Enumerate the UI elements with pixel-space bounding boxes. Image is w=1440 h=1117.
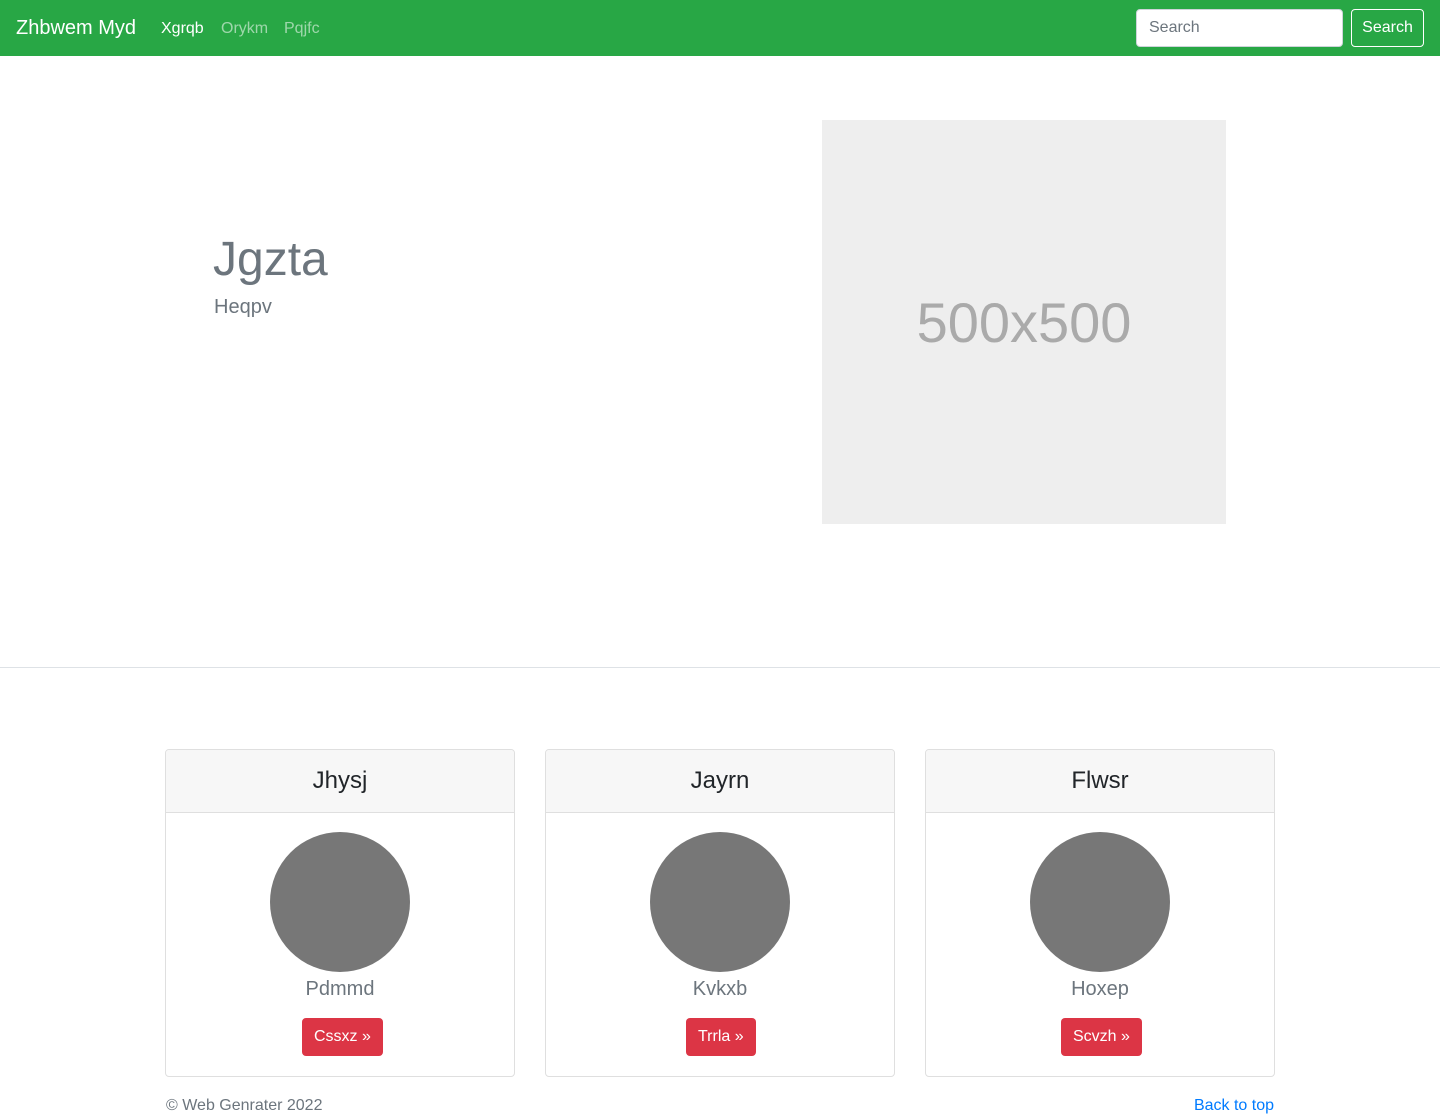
avatar xyxy=(650,832,790,972)
back-to-top-link[interactable]: Back to top xyxy=(1194,1096,1274,1116)
card-name: Hoxep xyxy=(1071,978,1129,1000)
footer-copyright: © Web Genrater 2022 xyxy=(166,1097,323,1114)
avatar xyxy=(1030,832,1170,972)
card-name: Kvkxb xyxy=(692,978,748,1000)
section-divider xyxy=(0,667,1440,668)
card-button[interactable]: Scvzh » xyxy=(1061,1018,1142,1056)
brand-link[interactable]: Zhbwem Myd xyxy=(16,16,136,40)
hero-title: Jgzta xyxy=(213,233,328,286)
nav-link-orykm[interactable]: Orykm xyxy=(221,19,268,39)
search-input[interactable] xyxy=(1136,9,1343,47)
card-title: Jhysj xyxy=(166,750,514,813)
hero-image-label: 500x500 xyxy=(916,290,1132,354)
card-name: Pdmmd xyxy=(305,978,375,1000)
card-button[interactable]: Trrla » xyxy=(686,1018,756,1056)
card-1: Jhysj Pdmmd Cssxz » xyxy=(165,749,515,1077)
search-button[interactable]: Search xyxy=(1351,9,1424,47)
card-2: Jayrn Kvkxb Trrla » xyxy=(545,749,895,1077)
nav-link-pqjfc[interactable]: Pqjfc xyxy=(284,19,320,39)
card-title: Jayrn xyxy=(546,750,894,813)
hero-subtitle: Heqpv xyxy=(214,296,272,318)
card-button[interactable]: Cssxz » xyxy=(302,1018,383,1056)
hero-image-placeholder: 500x500 xyxy=(822,120,1226,524)
nav-link-xgrqb[interactable]: Xgrqb xyxy=(161,19,204,39)
card-3: Flwsr Hoxep Scvzh » xyxy=(925,749,1275,1077)
card-title: Flwsr xyxy=(926,750,1274,813)
avatar xyxy=(270,832,410,972)
navbar: Zhbwem Myd Xgrqb Orykm Pqjfc Search xyxy=(0,0,1440,56)
